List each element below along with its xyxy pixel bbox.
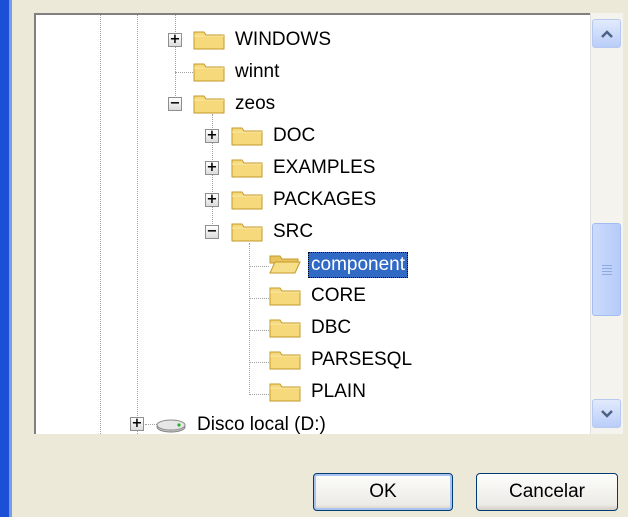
tree-item-windows[interactable]: + WINDOWS [36, 26, 592, 54]
expand-plus-icon[interactable]: + [130, 417, 144, 431]
scroll-down-button[interactable] [592, 399, 621, 428]
tree-item-label: DOC [273, 125, 316, 146]
expand-plus-icon[interactable]: + [205, 161, 219, 175]
tree-item-winnt[interactable]: winnt [36, 58, 592, 86]
folder-icon [231, 159, 263, 178]
grip-line [602, 265, 612, 266]
tree-item-parsesql[interactable]: PARSESQL [36, 346, 592, 374]
folder-icon [269, 319, 301, 338]
tree-item-component[interactable]: component [36, 250, 592, 278]
tree-item-label: EXAMPLES [273, 157, 376, 178]
tree-item-label: DBC [311, 317, 352, 338]
folder-icon [231, 127, 263, 146]
tree-item-label: CORE [311, 285, 366, 306]
folder-icon [193, 95, 225, 114]
open-folder-icon [269, 255, 301, 274]
scroll-up-button[interactable] [592, 19, 621, 48]
collapse-minus-icon[interactable]: − [168, 97, 182, 111]
tree-item-src[interactable]: − SRC [36, 218, 592, 246]
cancel-button[interactable]: Cancelar [476, 473, 618, 511]
ok-button[interactable]: OK [313, 473, 453, 511]
tree-item-label: PLAIN [311, 381, 366, 402]
tree-item-examples[interactable]: + EXAMPLES [36, 154, 592, 182]
collapse-minus-icon[interactable]: − [205, 225, 219, 239]
tree-item-label: PACKAGES [273, 189, 377, 210]
tree-item-label: WINDOWS [235, 29, 332, 50]
expand-plus-icon[interactable]: + [168, 33, 182, 47]
chevron-up-icon [600, 29, 613, 38]
tree-item-dbc[interactable]: DBC [36, 314, 592, 342]
tree-item-label: component [308, 252, 409, 278]
expand-plus-icon[interactable]: + [205, 193, 219, 207]
folder-icon [269, 351, 301, 370]
tree-item-label: Disco local (D:) [197, 414, 326, 434]
tree-item-zeos[interactable]: − zeos [36, 90, 592, 118]
grip-line [602, 271, 612, 272]
folder-icon [269, 287, 301, 306]
drive-icon [156, 419, 186, 433]
grip-line [602, 274, 612, 275]
tree-item-label: winnt [235, 61, 280, 82]
vertical-scrollbar[interactable] [590, 13, 623, 434]
folder-icon [269, 383, 301, 402]
tree-item-plain[interactable]: PLAIN [36, 378, 592, 406]
folder-tree-view[interactable]: + WINDOWS winnt − zeos + DOC + EXAMPLES … [34, 13, 592, 434]
tree-item-doc[interactable]: + DOC [36, 122, 592, 150]
scrollbar-thumb[interactable] [592, 223, 621, 316]
folder-icon [193, 63, 225, 82]
expand-plus-icon[interactable]: + [205, 129, 219, 143]
folder-icon [193, 31, 225, 50]
tree-item-label: PARSESQL [311, 349, 413, 370]
folder-icon [231, 223, 263, 242]
folder-icon [231, 191, 263, 210]
tree-item-label: SRC [273, 221, 314, 242]
grip-line [602, 268, 612, 269]
tree-item-packages[interactable]: + PACKAGES [36, 186, 592, 214]
tree-item-label: zeos [235, 93, 276, 114]
tree-item-disco-local-d[interactable]: + Disco local (D:) [36, 410, 592, 434]
tree-item-core[interactable]: CORE [36, 282, 592, 310]
window-frame-edge [0, 0, 12, 517]
chevron-down-icon [600, 409, 613, 418]
